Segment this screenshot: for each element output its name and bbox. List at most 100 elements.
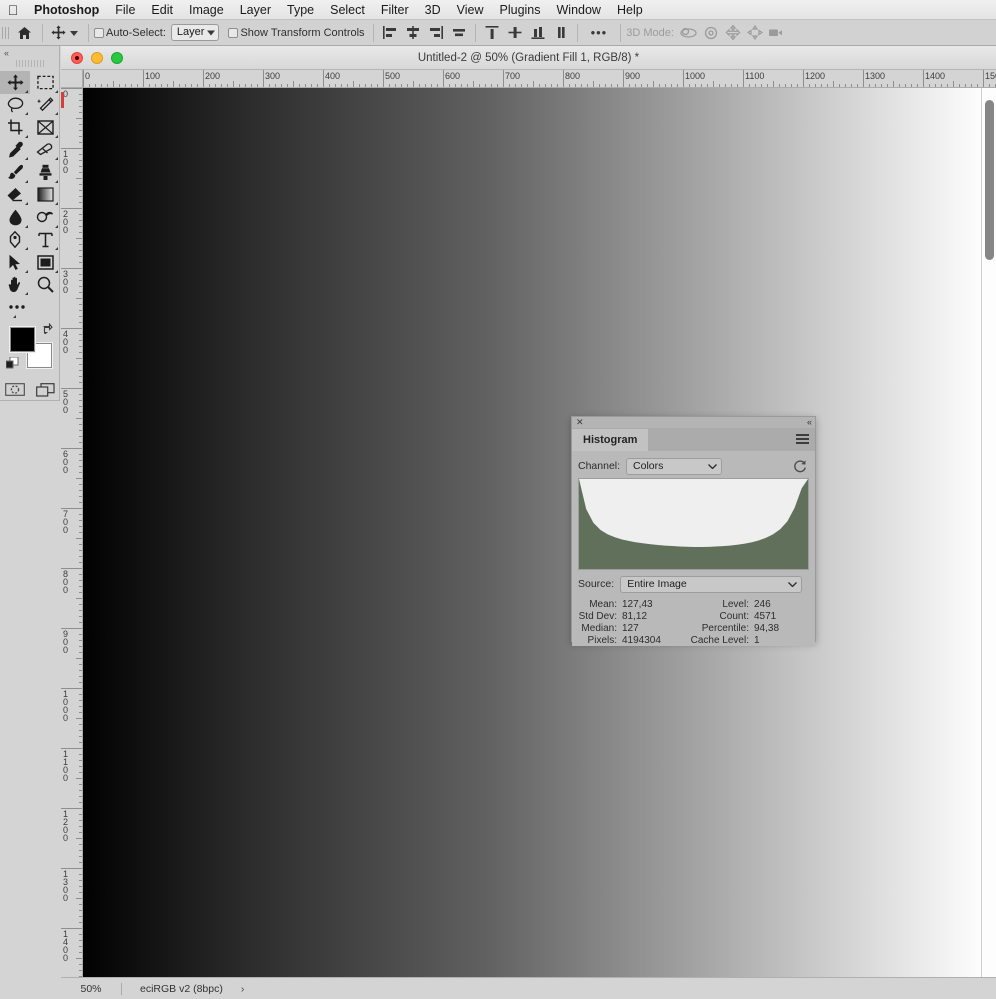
status-expand-arrow-icon[interactable]: › [223, 983, 245, 995]
vertical-scrollbar[interactable] [981, 88, 996, 999]
close-window-button[interactable] [71, 51, 83, 64]
gradient-tool[interactable] [30, 184, 60, 207]
ruler-label: 500 [385, 71, 401, 81]
crop-tool[interactable] [0, 116, 30, 139]
rectangle-tool[interactable] [30, 251, 60, 274]
close-panel-icon[interactable]: ✕ [576, 418, 584, 427]
ruler-tick-minor [221, 84, 222, 87]
ruler-tick-minor [79, 196, 82, 197]
align-horizontal-centers-icon[interactable] [402, 23, 424, 43]
minimize-window-button[interactable] [91, 51, 103, 64]
orbit-3d-icon[interactable] [678, 23, 700, 43]
clone-stamp-tool[interactable] [30, 161, 60, 184]
auto-select-checkbox[interactable] [94, 27, 104, 38]
blur-tool[interactable] [0, 206, 30, 229]
path-selection-tool[interactable] [0, 251, 30, 274]
object-selection-tool[interactable] [30, 94, 60, 117]
pen-tool[interactable] [0, 229, 30, 252]
source-dropdown[interactable]: Entire Image [620, 575, 803, 593]
eyedropper-tool[interactable] [0, 139, 30, 162]
channel-dropdown[interactable]: Colors [626, 457, 723, 475]
menu-item-help[interactable]: Help [609, 0, 651, 20]
screen-mode-icon[interactable] [30, 379, 60, 402]
document-title-bar[interactable]: Untitled-2 @ 50% (Gradient Fill 1, RGB/8… [61, 46, 996, 70]
more-options-icon[interactable]: ••• [583, 25, 616, 40]
eraser-tool[interactable] [0, 184, 30, 207]
swap-colors-icon[interactable] [42, 322, 53, 337]
menu-item-window[interactable]: Window [549, 0, 609, 20]
options-bar-grip[interactable] [2, 23, 11, 42]
menu-item-filter[interactable]: Filter [373, 0, 417, 20]
ruler-tick-minor [79, 232, 82, 233]
histogram-graph[interactable] [578, 478, 809, 570]
quick-mask-icon[interactable] [0, 379, 30, 402]
zoom-level[interactable]: 50% [61, 983, 121, 995]
ruler-tick-minor [79, 634, 82, 635]
apple-logo-icon[interactable]:  [0, 3, 26, 17]
align-top-edges-icon[interactable] [481, 23, 503, 43]
brush-tool[interactable] [0, 161, 30, 184]
vertical-scrollbar-thumb[interactable] [985, 100, 994, 260]
tab-histogram[interactable]: Histogram [572, 429, 649, 451]
home-icon[interactable] [11, 26, 37, 40]
tool-submenu-indicator [55, 179, 58, 183]
auto-select-scope-dropdown[interactable]: Layer [170, 24, 220, 41]
menu-item-photoshop[interactable]: Photoshop [26, 0, 107, 20]
align-bottom-edges-icon[interactable] [527, 23, 549, 43]
type-tool[interactable] [30, 229, 60, 252]
menu-item-image[interactable]: Image [181, 0, 232, 20]
align-right-edges-icon[interactable] [425, 23, 447, 43]
lasso-tool[interactable] [0, 94, 30, 117]
pan-3d-icon[interactable] [722, 23, 744, 43]
menu-item-type[interactable]: Type [279, 0, 322, 20]
ruler-tick-minor [79, 922, 82, 923]
move-tool-icon[interactable] [48, 25, 69, 40]
healing-brush-tool[interactable] [30, 139, 60, 162]
menu-item-view[interactable]: View [449, 0, 492, 20]
ruler-corner[interactable] [61, 70, 83, 88]
divider [620, 23, 622, 42]
ruler-tick-minor [281, 84, 282, 87]
refresh-icon[interactable] [793, 459, 809, 473]
roll-3d-icon[interactable] [700, 23, 722, 43]
zoom-tool[interactable] [30, 274, 60, 297]
menu-item-edit[interactable]: Edit [143, 0, 181, 20]
menu-item-select[interactable]: Select [322, 0, 373, 20]
gradient-fill-layer[interactable] [83, 88, 981, 988]
edit-toolbar-button[interactable] [0, 296, 30, 319]
dodge-tool[interactable] [30, 206, 60, 229]
horizontal-ruler[interactable]: 0 100 200 300 400 500 600 700 800 900 1000 1100 1200… [83, 70, 996, 88]
ruler-tick-major [443, 70, 444, 87]
hand-tool[interactable] [0, 274, 30, 297]
tool-preset-chevron-icon[interactable] [69, 27, 83, 39]
panel-menu-icon[interactable] [796, 429, 815, 451]
ruler-tick-minor [329, 84, 330, 87]
menu-item-plugins[interactable]: Plugins [492, 0, 549, 20]
toolbox-grip[interactable] [14, 59, 45, 68]
ruler-tick-minor [935, 84, 936, 87]
maximize-window-button[interactable] [111, 51, 123, 64]
menu-item-layer[interactable]: Layer [232, 0, 279, 20]
collapse-panel-icon[interactable]: « [0, 46, 59, 59]
slide-3d-icon[interactable] [744, 23, 766, 43]
default-colors-icon[interactable] [5, 356, 19, 375]
move-tool[interactable] [0, 71, 30, 94]
align-vertical-centers-icon[interactable] [504, 23, 526, 43]
ruler-tick-major [143, 70, 144, 87]
vertical-ruler[interactable]: 0 100 200 300 400 500 600 700 800 900 1000 1100 1200… [61, 88, 83, 999]
foreground-color-swatch[interactable] [10, 326, 35, 352]
ruler-label: 800 [565, 71, 581, 81]
histogram-panel-titlebar[interactable]: ✕ « [572, 417, 815, 429]
collapse-panel-icon[interactable]: « [807, 418, 812, 427]
camera-3d-icon[interactable] [766, 23, 788, 43]
menu-item-file[interactable]: File [107, 0, 143, 20]
rectangular-marquee-tool[interactable] [30, 71, 60, 94]
align-left-edges-icon[interactable] [379, 23, 401, 43]
histogram-panel-body: Channel: Colors Source: Entire Image Mea… [572, 451, 815, 646]
distribute-vertically-icon[interactable] [550, 23, 572, 43]
frame-tool[interactable] [30, 116, 60, 139]
show-transform-controls-checkbox[interactable] [228, 27, 239, 38]
distribute-horizontally-icon[interactable] [448, 23, 470, 43]
menu-item-3d[interactable]: 3D [417, 0, 449, 20]
canvas-area[interactable] [83, 88, 996, 999]
